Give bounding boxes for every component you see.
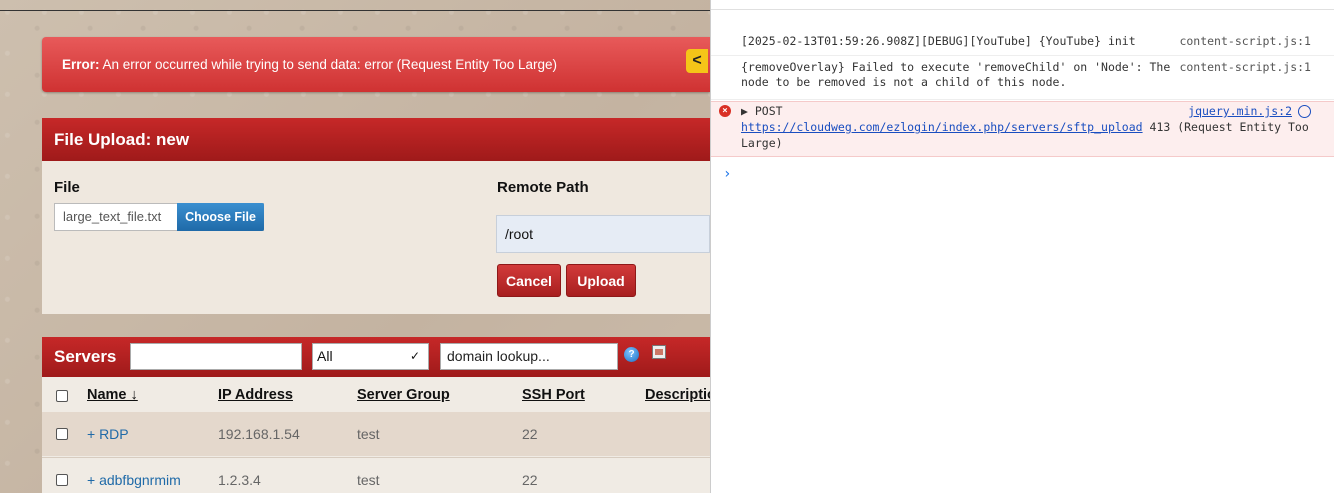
table-header: Name ↓ IP Address Server Group SSH Port … [42, 377, 710, 412]
console-request-method[interactable]: ▶ POST [741, 104, 783, 118]
col-description[interactable]: Descriptio [645, 387, 710, 403]
cancel-button[interactable]: Cancel [497, 264, 561, 297]
server-group-value: All [317, 348, 333, 364]
app-page: Error: An error occurred while trying to… [0, 0, 710, 493]
console-source-link[interactable]: content-script.js:1 [1179, 60, 1311, 74]
page-top-border [0, 10, 710, 11]
col-ssh-port[interactable]: SSH Port [522, 387, 585, 403]
row-checkbox[interactable] [56, 428, 68, 440]
console-message: [2025-02-13T01:59:26.908Z][DEBUG][YouTub… [711, 34, 1334, 56]
error-label: Error: [62, 57, 100, 72]
remote-path-label: Remote Path [497, 179, 589, 196]
console-request-line: https://cloudweg.com/ezlogin/index.php/s… [741, 120, 1309, 134]
collapse-button[interactable]: < [686, 49, 708, 73]
select-all-checkbox[interactable] [56, 390, 68, 402]
servers-panel: Servers All ✓ domain lookup... ? Name ↓ … [42, 337, 710, 493]
console-error-source: jquery.min.js:2 [1188, 104, 1311, 118]
error-message: An error occurred while trying to send d… [102, 57, 558, 72]
error-circle-icon: × [719, 105, 731, 117]
server-group-select[interactable]: All ✓ [312, 343, 429, 370]
console-error-message: × ▶ POST jquery.min.js:2 https://cloudwe… [711, 101, 1334, 157]
row-name[interactable]: + adbfbgnrmim [87, 472, 181, 488]
image-icon[interactable] [652, 345, 666, 359]
console-request-url[interactable]: https://cloudweg.com/ezlogin/index.php/s… [741, 120, 1143, 134]
row-group: test [357, 426, 380, 442]
servers-header: Servers All ✓ domain lookup... ? [42, 337, 710, 377]
row-ip: 192.168.1.54 [218, 426, 300, 442]
row-name[interactable]: + RDP [87, 426, 129, 442]
servers-search-input[interactable] [130, 343, 302, 370]
choose-file-button[interactable]: Choose File [177, 203, 264, 231]
console-source-link[interactable]: jquery.min.js:2 [1188, 104, 1292, 118]
domain-lookup-input[interactable]: domain lookup... [440, 343, 618, 370]
table-row[interactable]: + RDP 192.168.1.54 test 22 [42, 412, 710, 456]
row-port: 22 [522, 426, 538, 442]
servers-table: Name ↓ IP Address Server Group SSH Port … [42, 377, 710, 493]
upload-button[interactable]: Upload [566, 264, 636, 297]
row-checkbox[interactable] [56, 474, 68, 486]
console-prompt[interactable]: › [723, 166, 731, 182]
console-message-text: [2025-02-13T01:59:26.908Z][DEBUG][YouTub… [741, 34, 1136, 48]
remote-path-input[interactable]: /root [496, 215, 710, 253]
row-ip: 1.2.3.4 [218, 472, 261, 488]
console-request-status-cont: Large) [741, 136, 783, 150]
console-source-link[interactable]: content-script.js:1 [1179, 34, 1311, 48]
help-icon[interactable]: ? [624, 347, 639, 362]
file-label: File [54, 179, 80, 196]
row-group: test [357, 472, 380, 488]
console-message-line2: node to be removed is not a child of thi… [741, 75, 1067, 89]
servers-title: Servers [54, 347, 117, 366]
chevron-down-icon: ✓ [409, 349, 420, 363]
table-row[interactable]: + adbfbgnrmim 1.2.3.4 test 22 [42, 457, 710, 493]
console-request-status: 413 (Request Entity Too [1149, 120, 1309, 134]
col-ip-address[interactable]: IP Address [218, 387, 293, 403]
row-port: 22 [522, 472, 538, 488]
devtools-console: [2025-02-13T01:59:26.908Z][DEBUG][YouTub… [710, 0, 1334, 493]
file-upload-title: File Upload: new [42, 118, 710, 161]
console-message: {removeOverlay} Failed to execute 'remov… [711, 56, 1334, 100]
error-notification: Error: An error occurred while trying to… [42, 37, 710, 92]
devtools-toolbar [711, 0, 1334, 10]
network-icon[interactable] [1298, 105, 1311, 118]
col-server-group[interactable]: Server Group [357, 387, 450, 403]
col-name[interactable]: Name ↓ [87, 387, 138, 403]
console-message-line1: {removeOverlay} Failed to execute 'remov… [741, 60, 1171, 74]
